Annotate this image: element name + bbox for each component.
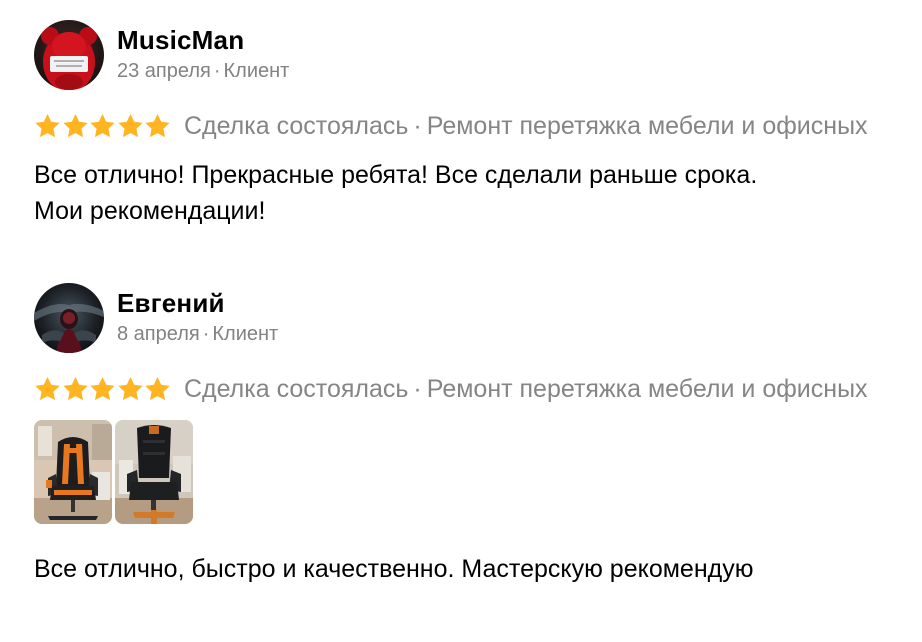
review-text-line: Все отлично! Прекрасные ребята! Все сдел… [34, 161, 758, 189]
author-role: Клиент [223, 60, 290, 82]
review-photo[interactable] [115, 420, 193, 524]
star-rating [34, 113, 172, 139]
star-rating [34, 376, 172, 402]
avatar[interactable] [34, 20, 104, 90]
deal-separator: · [413, 375, 422, 403]
review-text: Все отлично! Прекрасные ребята! Все сдел… [34, 157, 922, 229]
star-icon [34, 376, 61, 402]
meta-separator: · [213, 60, 221, 82]
rating-row: Сделка состоялась · Ремонт перетяжка мебел… [34, 109, 922, 143]
star-icon [89, 113, 116, 139]
star-icon [62, 113, 89, 139]
review-author-row: Евгений 8 апреля · Клиент [34, 283, 922, 353]
review-author-row: MusicMan 23 апреля · Клиент [34, 20, 922, 90]
star-icon [62, 376, 89, 402]
star-icon [34, 113, 61, 139]
review-card: Евгений 8 апреля · Клиент Сделка состоялас… [34, 283, 922, 587]
deal-info: Сделка состоялась · Ремонт перетяжка мебел… [184, 109, 868, 143]
deal-status: Сделка состоялась [183, 375, 409, 403]
review-text-line: Все отлично, быстро и качественно. Масте… [34, 555, 754, 583]
author-role: Клиент [212, 323, 279, 345]
service-name: Ремонт перетяжка мебели и офисных [426, 112, 868, 140]
avatar[interactable] [34, 283, 104, 353]
author-name[interactable]: MusicMan [117, 23, 289, 57]
rating-row: Сделка состоялась · Ремонт перетяжка мебел… [34, 372, 922, 406]
review-photo[interactable] [34, 420, 112, 524]
author-name[interactable]: Евгений [117, 286, 278, 320]
star-icon [117, 113, 144, 139]
deal-separator: · [413, 112, 422, 140]
review-photos [34, 420, 922, 524]
review-date: 8 апреля [117, 323, 200, 345]
star-icon [117, 376, 144, 402]
star-icon [144, 376, 171, 402]
deal-info: Сделка состоялась · Ремонт перетяжка мебел… [184, 372, 868, 406]
review-text-line: Мои рекомендации! [34, 197, 266, 225]
service-name: Ремонт перетяжка мебели и офисных [426, 375, 868, 403]
review-meta: 23 апреля · Клиент [117, 58, 289, 84]
meta-separator: · [202, 323, 210, 345]
star-icon [144, 113, 171, 139]
review-meta: 8 апреля · Клиент [117, 321, 278, 347]
review-date: 23 апреля [117, 60, 211, 82]
star-icon [89, 376, 116, 402]
review-text: Все отлично, быстро и качественно. Масте… [34, 551, 922, 587]
deal-status: Сделка состоялась [183, 112, 409, 140]
review-card: MusicMan 23 апреля · Клиент Сделка состоял… [34, 20, 922, 229]
